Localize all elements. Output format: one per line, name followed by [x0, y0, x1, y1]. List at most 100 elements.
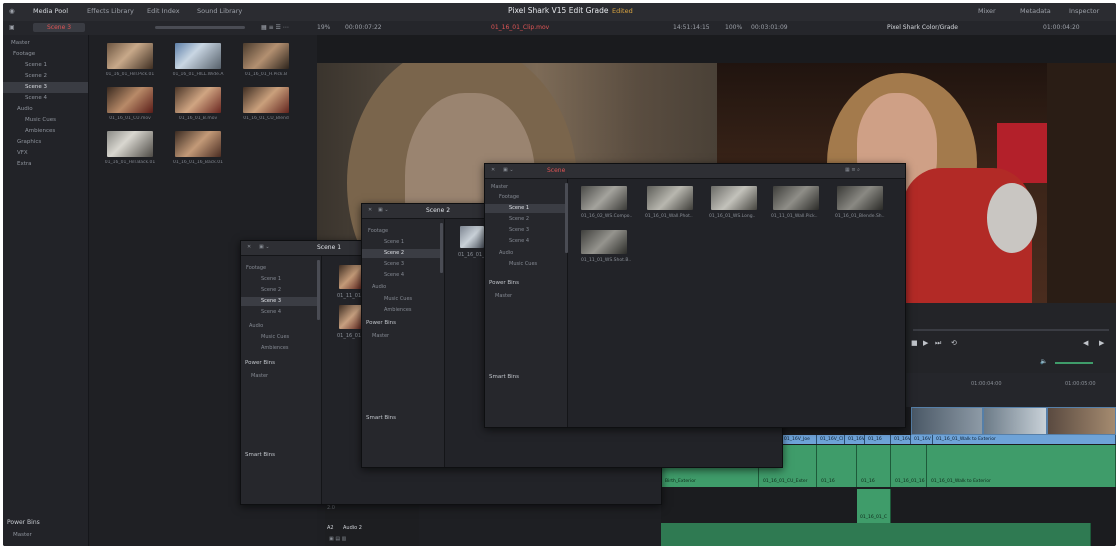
scrollbar[interactable]	[317, 260, 320, 320]
tab-sound-library[interactable]: Sound Library	[197, 7, 242, 15]
bin-scene-1[interactable]: Scene 1	[3, 60, 88, 71]
clip-thumbnail[interactable]	[647, 186, 693, 210]
bin-scene-1[interactable]: Scene 1	[384, 238, 439, 247]
zoom-select[interactable]: 19%	[317, 24, 330, 31]
clip-name[interactable]: 01_16_01_Clip.mov	[491, 24, 549, 31]
bin-footage[interactable]: Footage	[368, 227, 438, 236]
clip-thumbnail[interactable]	[581, 186, 627, 210]
bin-audio[interactable]: Audio	[3, 104, 88, 115]
bin-ambiences[interactable]: Ambiences	[3, 126, 88, 137]
bin-audio[interactable]: Audio	[249, 322, 319, 331]
bin-footage[interactable]: Footage	[246, 264, 316, 273]
view-toggle-icons[interactable]: ▦ ≡ ☰ ⋯	[261, 24, 289, 31]
clip-thumbnail[interactable]	[175, 43, 221, 69]
clip-thumbnail[interactable]	[175, 131, 221, 157]
tab-edit-index[interactable]: Edit Index	[147, 7, 180, 15]
tab-mixer[interactable]: Mixer	[978, 7, 996, 15]
bin-scene-4[interactable]: Scene 4	[3, 93, 88, 104]
play-icon[interactable]: ▶	[923, 339, 928, 347]
close-icon[interactable]: ✕	[247, 244, 251, 250]
track-controls-icons[interactable]: ▣ ▤ ▥	[329, 536, 346, 542]
next-icon[interactable]: ⏭	[935, 339, 941, 348]
audio-clip[interactable]: 01_16	[857, 445, 891, 487]
window-view-icons[interactable]: ▦ ≡ ⌕	[845, 167, 860, 173]
bin-scene-3[interactable]: Scene 3	[384, 260, 439, 269]
clip-thumbnail[interactable]	[243, 43, 289, 69]
stop-icon[interactable]: ■	[911, 339, 918, 347]
bin-audio[interactable]: Audio	[499, 249, 559, 258]
zoom-select-2[interactable]: 100%	[725, 24, 742, 31]
view-mode-icon[interactable]: ▣ ⌄	[378, 207, 389, 213]
video-clip[interactable]: 01_16V_Joe	[781, 435, 817, 444]
video-clip[interactable]: 01_16	[865, 435, 891, 444]
power-bin-master[interactable]: Master	[372, 332, 432, 341]
power-bin-master[interactable]: Master	[13, 532, 32, 538]
clip-thumbnail[interactable]	[339, 265, 363, 289]
bin-scene-3[interactable]: Scene 3	[509, 226, 561, 235]
clip-thumbnail[interactable]	[711, 186, 757, 210]
bin-scene-1[interactable]: Scene 1	[485, 204, 565, 213]
clip-thumbnail[interactable]	[107, 87, 153, 113]
tab-media-pool[interactable]: Media Pool	[33, 7, 68, 15]
view-mode-icon[interactable]: ▣ ⌄	[503, 167, 514, 173]
bin-graphics[interactable]: Graphics	[3, 137, 88, 148]
thumbnail-size-slider[interactable]	[155, 26, 245, 29]
bin-master[interactable]: Master	[491, 183, 561, 192]
bin-scene-3[interactable]: Scene 3	[241, 297, 319, 306]
bin-footage[interactable]: Footage	[3, 49, 88, 60]
bin-ambiences[interactable]: Ambiences	[384, 306, 439, 315]
close-icon[interactable]: ✕	[368, 207, 372, 213]
clip-thumbnail[interactable]	[107, 131, 153, 157]
clip-thumbnail[interactable]	[243, 87, 289, 113]
bin-scene-2[interactable]: Scene 2	[3, 71, 88, 82]
bin-footage[interactable]: Footage	[499, 193, 559, 202]
video-clip[interactable]: 01_16V	[911, 435, 933, 444]
tab-inspector[interactable]: Inspector	[1069, 7, 1099, 15]
clip-thumbnail[interactable]	[460, 226, 484, 248]
bin-audio[interactable]: Audio	[372, 283, 432, 292]
clip-thumbnail[interactable]	[339, 305, 363, 329]
timeline-ruler[interactable]: 01:00:04:00 01:00:05:00	[905, 373, 1116, 407]
bin-scene-2[interactable]: Scene 2	[509, 215, 561, 224]
panel-toggle-icon[interactable]: ▣	[9, 24, 15, 31]
window-titlebar[interactable]: ✕ ▣ ⌄ Scene ▦ ≡ ⌕	[485, 164, 905, 179]
bin-extra[interactable]: Extra	[3, 159, 88, 170]
bin-music-cues[interactable]: Music Cues	[3, 115, 88, 126]
audio-clip[interactable]: 01_16_01_C	[857, 489, 891, 523]
bin-scene-1[interactable]: Scene 1	[261, 275, 316, 284]
clip-thumbnail[interactable]	[837, 186, 883, 210]
scrollbar[interactable]	[565, 183, 568, 253]
previous-frame-icon[interactable]: ◀	[1083, 339, 1088, 347]
bin-music-cues[interactable]: Music Cues	[509, 260, 561, 269]
timeline-select[interactable]: Pixel Shark Color/Grade	[887, 24, 958, 31]
bin-music-cues[interactable]: Music Cues	[261, 333, 316, 342]
bin-master[interactable]: Master	[3, 38, 88, 49]
video-clip-thumbnail[interactable]	[983, 407, 1047, 435]
volume-slider[interactable]	[1055, 362, 1093, 364]
video-clip[interactable]: 01_16_01_Walk to Exterior	[933, 435, 1116, 444]
bin-scene-3[interactable]: Scene 3	[3, 82, 88, 93]
bin-vfx[interactable]: VFX	[3, 148, 88, 159]
close-icon[interactable]: ✕	[491, 167, 495, 173]
tab-metadata[interactable]: Metadata	[1020, 7, 1051, 15]
scrollbar[interactable]	[440, 223, 443, 273]
video-clip-thumbnail[interactable]	[911, 407, 983, 435]
video-clip-thumbnail[interactable]	[1047, 407, 1116, 435]
speaker-icon[interactable]: 🔈	[1040, 358, 1047, 365]
clip-thumbnail[interactable]	[107, 43, 153, 69]
audio-clip[interactable]: 01_16_01_16	[891, 445, 927, 487]
clip-thumbnail[interactable]	[581, 230, 627, 254]
clip-thumbnail[interactable]	[175, 87, 221, 113]
scrub-bar[interactable]	[913, 329, 1109, 331]
power-bin-master[interactable]: Master	[495, 292, 555, 301]
audio-clip[interactable]: 01_16	[817, 445, 857, 487]
bin-scene-4[interactable]: Scene 4	[261, 308, 316, 317]
bin-path[interactable]: Scene 3	[47, 24, 71, 31]
loop-icon[interactable]: ⟲	[951, 339, 957, 347]
audio-clip[interactable]	[661, 523, 1091, 546]
bin-music-cues[interactable]: Music Cues	[384, 295, 439, 304]
bin-ambiences[interactable]: Ambiences	[261, 344, 316, 353]
next-frame-icon[interactable]: ▶	[1099, 339, 1104, 347]
power-bin-master[interactable]: Master	[251, 372, 311, 381]
bin-scene-4[interactable]: Scene 4	[384, 271, 439, 280]
